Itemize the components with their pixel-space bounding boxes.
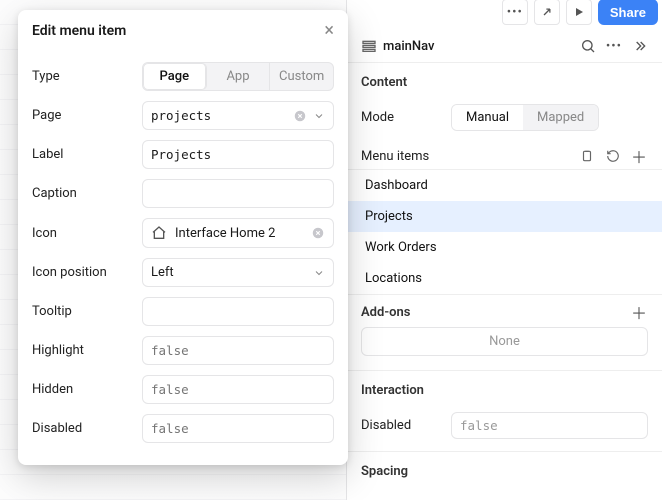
menu-item-dashboard[interactable]: Dashboard: [347, 170, 662, 201]
share-button[interactable]: Share: [598, 0, 658, 25]
row-icon-position: Icon position Left: [32, 258, 334, 287]
icon-position-select[interactable]: Left: [142, 258, 334, 287]
inspector-disabled-input[interactable]: [451, 412, 648, 439]
row-disabled: Disabled: [32, 414, 334, 443]
icon-clear-button[interactable]: [311, 226, 325, 240]
caption-label: Caption: [32, 186, 128, 201]
icon-position-label: Icon position: [32, 265, 128, 280]
ellipsis-icon: •••: [507, 5, 523, 20]
mode-option-manual[interactable]: Manual: [452, 105, 523, 130]
menu-items-header: Menu items ＋: [347, 137, 662, 169]
add-menu-item-button[interactable]: ＋: [630, 147, 648, 165]
edit-menu-item-dialog: Edit menu item × Type Page App Custom Pa…: [18, 10, 348, 465]
icon-picker-value: Interface Home 2: [175, 226, 275, 241]
top-action-bar: ••• Share: [502, 0, 658, 24]
inspector-disabled-label: Disabled: [361, 418, 441, 433]
row-type: Type Page App Custom: [32, 62, 334, 91]
menu-items-list: Dashboard Projects Work Orders Locations: [347, 169, 662, 295]
icon-label: Icon: [32, 226, 128, 241]
section-spacing-label: Spacing: [347, 458, 662, 487]
paste-icon[interactable]: [578, 147, 596, 165]
row-page: Page projects: [32, 101, 334, 130]
home-icon: [151, 225, 167, 241]
label-label: Label: [32, 147, 128, 162]
row-highlight: Highlight: [32, 336, 334, 365]
hidden-input[interactable]: [142, 375, 334, 404]
label-input[interactable]: [142, 140, 334, 169]
page-select-value: projects: [151, 108, 211, 123]
play-button[interactable]: [566, 0, 592, 25]
disabled-input[interactable]: [142, 414, 334, 443]
row-caption: Caption: [32, 179, 334, 208]
addons-section: Add-ons ＋ None: [347, 295, 662, 364]
tooltip-input[interactable]: [142, 297, 334, 326]
section-interaction-label: Interaction: [347, 377, 662, 406]
disabled-label: Disabled: [32, 421, 128, 436]
addons-none-placeholder[interactable]: None: [361, 327, 648, 356]
expand-icon: [540, 5, 554, 19]
type-option-app[interactable]: App: [207, 63, 271, 90]
menu-item-locations[interactable]: Locations: [347, 263, 662, 294]
row-hidden: Hidden: [32, 375, 334, 404]
mode-segmented[interactable]: Manual Mapped: [451, 104, 599, 131]
caption-input[interactable]: [142, 179, 334, 208]
close-icon: ×: [324, 20, 334, 41]
tooltip-label: Tooltip: [32, 304, 128, 319]
type-option-page[interactable]: Page: [143, 63, 207, 90]
more-button[interactable]: •••: [502, 0, 528, 25]
icon-position-value: Left: [151, 265, 174, 280]
highlight-label: Highlight: [32, 343, 128, 358]
type-option-custom[interactable]: Custom: [270, 63, 333, 90]
clear-icon[interactable]: [293, 109, 307, 123]
icon-picker[interactable]: Interface Home 2: [142, 218, 334, 248]
chevrons-right-icon[interactable]: [632, 38, 648, 54]
menu-item-work-orders[interactable]: Work Orders: [347, 232, 662, 263]
search-icon[interactable]: [580, 38, 596, 54]
menu-items-label: Menu items: [361, 149, 578, 164]
section-content-label: Content: [347, 63, 662, 98]
mode-label: Mode: [361, 110, 441, 125]
addons-label: Add-ons: [361, 305, 630, 320]
chevron-down-icon[interactable]: [313, 267, 325, 279]
mode-row: Mode Manual Mapped: [347, 98, 662, 137]
type-label: Type: [32, 69, 128, 84]
inspector-header: mainNav •••: [347, 30, 662, 63]
row-label: Label: [32, 140, 334, 169]
header-more-icon[interactable]: •••: [606, 39, 622, 54]
reset-icon[interactable]: [604, 147, 622, 165]
component-name: mainNav: [383, 39, 574, 54]
inspector-panel: ••• Share mainNav ••• Content Mode Manua: [346, 0, 662, 500]
menu-item-projects[interactable]: Projects: [347, 201, 662, 232]
type-segmented[interactable]: Page App Custom: [142, 62, 334, 91]
page-label: Page: [32, 108, 128, 123]
hidden-label: Hidden: [32, 382, 128, 397]
dialog-close-button[interactable]: ×: [324, 22, 334, 40]
inspector-disabled-row: Disabled: [347, 406, 662, 445]
mode-option-mapped[interactable]: Mapped: [523, 105, 598, 130]
chevron-down-icon[interactable]: [313, 110, 325, 122]
dialog-title: Edit menu item: [32, 23, 324, 39]
play-icon: [573, 6, 585, 18]
expand-button[interactable]: [534, 0, 560, 25]
page-select[interactable]: projects: [142, 101, 334, 130]
add-addon-button[interactable]: ＋: [630, 303, 648, 321]
row-icon: Icon Interface Home 2: [32, 218, 334, 248]
component-icon: [361, 38, 377, 54]
clear-icon: [311, 226, 325, 240]
highlight-input[interactable]: [142, 336, 334, 365]
row-tooltip: Tooltip: [32, 297, 334, 326]
